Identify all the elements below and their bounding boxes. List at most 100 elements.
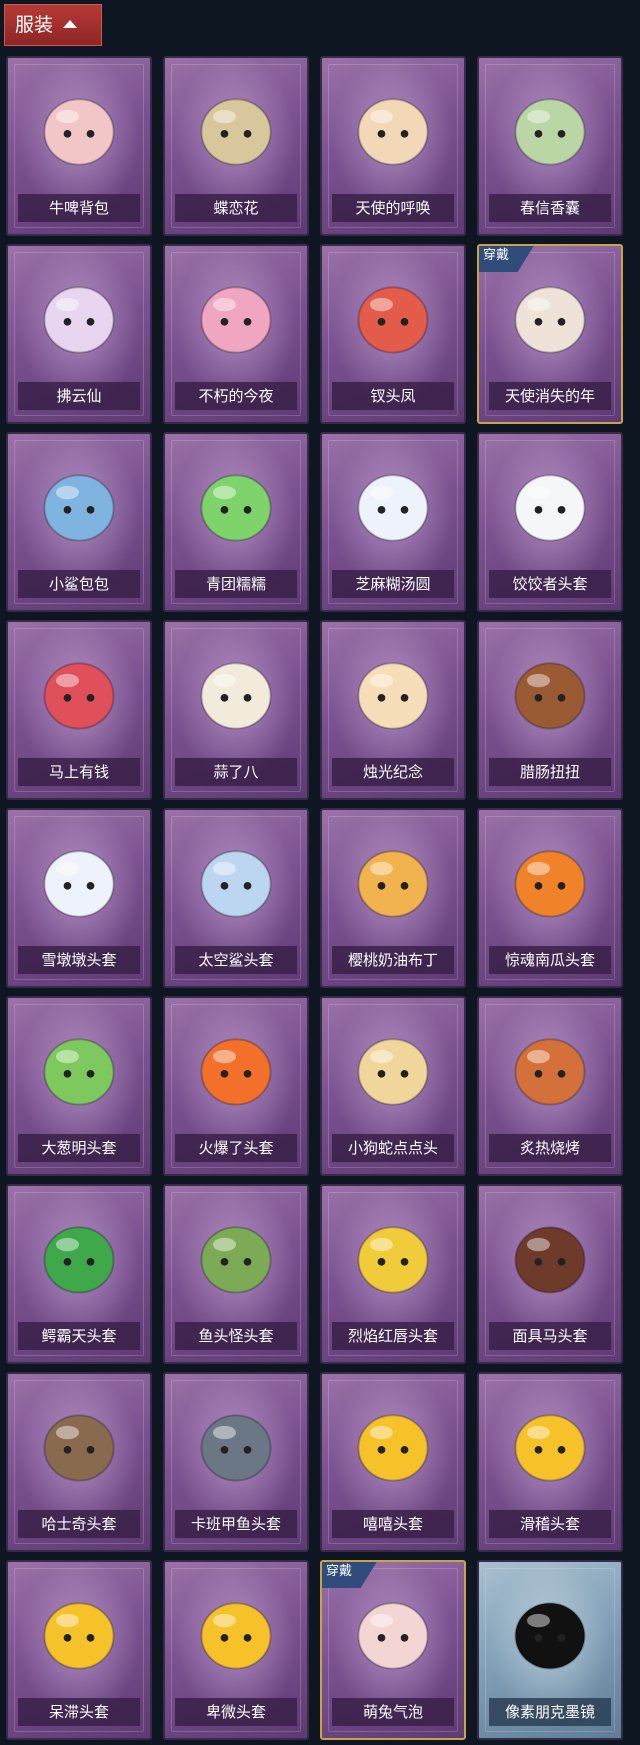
costume-name: 小狗蛇点点头 (332, 1134, 454, 1162)
veiled-angel-doll-icon (514, 286, 586, 354)
grinning-emoji-head-icon (357, 1414, 429, 1482)
costume-category-toggle[interactable]: 服装 (4, 4, 102, 46)
snowman-reindeer-head-icon (43, 850, 115, 918)
costume-name: 腊肠扭扭 (489, 758, 611, 786)
worn-badge: 穿戴 (322, 1562, 378, 1588)
costume-card[interactable]: 滑稽头套 (477, 1372, 623, 1552)
bbq-meat-head-icon (514, 1038, 586, 1106)
dark-fish-head-icon (200, 1414, 272, 1482)
costume-name: 牛啤背包 (18, 194, 140, 222)
costume-card[interactable]: 樱桃奶油布丁 (320, 808, 466, 988)
costume-name: 呆滞头套 (18, 1698, 140, 1726)
costume-name: 鳄霸天头套 (18, 1322, 140, 1350)
costume-name: 面具马头套 (489, 1322, 611, 1350)
costume-card[interactable]: 大葱明头套 (6, 996, 152, 1176)
butterfly-bell-wreath-icon (200, 98, 272, 166)
costume-name: 太空鲨头套 (175, 946, 297, 974)
costume-name: 春信香囊 (489, 194, 611, 222)
costume-name: 哈士奇头套 (18, 1510, 140, 1538)
costume-card[interactable]: 饺饺者头套 (477, 432, 623, 612)
costume-card[interactable]: 蒜了八 (163, 620, 309, 800)
phoenix-crown-doll-icon (357, 286, 429, 354)
costume-name: 不朽的今夜 (175, 382, 297, 410)
costume-card[interactable]: 天使的呼唤 (320, 56, 466, 236)
chevron-up-icon (63, 19, 78, 28)
costume-name: 拂云仙 (18, 382, 140, 410)
worn-badge: 穿戴 (479, 246, 535, 272)
costume-name: 鱼头怪头套 (175, 1322, 297, 1350)
costume-card[interactable]: 穿戴天使消失的年 (477, 244, 623, 424)
costume-card[interactable]: 拂云仙 (6, 244, 152, 424)
crocodile-head-icon (43, 1226, 115, 1294)
costume-name: 饺饺者头套 (489, 570, 611, 598)
costume-name: 烈焰红唇头套 (332, 1322, 454, 1350)
costume-card[interactable]: 穿戴萌兔气泡 (320, 1560, 466, 1740)
costume-name: 蒜了八 (175, 758, 297, 786)
timid-emoji-head-icon (200, 1602, 272, 1670)
costume-name: 大葱明头套 (18, 1134, 140, 1162)
costume-card[interactable]: 小鲨包包 (6, 432, 152, 612)
costume-card[interactable]: 炙热烧烤 (477, 996, 623, 1176)
costume-card[interactable]: 牛啤背包 (6, 56, 152, 236)
costume-card[interactable]: 烈焰红唇头套 (320, 1184, 466, 1364)
cow-beer-barrel-backpack-icon (43, 98, 115, 166)
smirk-emoji-head-icon (514, 1414, 586, 1482)
blue-shark-bag-icon (43, 474, 115, 542)
costume-card[interactable]: 马上有钱 (6, 620, 152, 800)
costume-name: 惊魂南瓜头套 (489, 946, 611, 974)
costume-card[interactable]: 呆滞头套 (6, 1560, 152, 1740)
costume-name: 天使消失的年 (489, 382, 611, 410)
costume-card[interactable]: 鳄霸天头套 (6, 1184, 152, 1364)
costume-card[interactable]: 嘻嘻头套 (320, 1372, 466, 1552)
costume-name: 卑微头套 (175, 1698, 297, 1726)
costume-name: 天使的呼唤 (332, 194, 454, 222)
category-label: 服装 (15, 14, 54, 36)
yellow-hood-sunglasses-head-icon (357, 1226, 429, 1294)
costume-card[interactable]: 火爆了头套 (163, 996, 309, 1176)
costume-card[interactable]: 太空鲨头套 (163, 808, 309, 988)
costume-name: 钗头凤 (332, 382, 454, 410)
costume-card[interactable]: 卡班甲鱼头套 (163, 1372, 309, 1552)
costume-card[interactable]: 雪墩墩头套 (6, 808, 152, 988)
fire-head-icon (200, 1038, 272, 1106)
green-sachet-icon (514, 98, 586, 166)
pixel-sunglasses-icon (514, 1602, 586, 1670)
costume-card[interactable]: 面具马头套 (477, 1184, 623, 1364)
costume-card[interactable]: 芝麻糊汤圆 (320, 432, 466, 612)
red-horse-head-icon (43, 662, 115, 730)
garlic-head-icon (200, 662, 272, 730)
dazed-emoji-head-icon (43, 1602, 115, 1670)
space-shark-head-icon (200, 850, 272, 918)
costume-name: 雪墩墩头套 (18, 946, 140, 974)
costume-name: 芝麻糊汤圆 (332, 570, 454, 598)
costume-card[interactable]: 春信香囊 (477, 56, 623, 236)
pudding-head-icon (357, 850, 429, 918)
angel-doll-icon (357, 98, 429, 166)
costume-card[interactable]: 哈士奇头套 (6, 1372, 152, 1552)
costume-card[interactable]: 蝶恋花 (163, 56, 309, 236)
costume-card[interactable]: 青团糯糯 (163, 432, 309, 612)
costume-card[interactable]: 惊魂南瓜头套 (477, 808, 623, 988)
green-rice-ball-icon (200, 474, 272, 542)
pumpkin-head-icon (514, 850, 586, 918)
costume-name: 嘻嘻头套 (332, 1510, 454, 1538)
costume-card[interactable]: 像素朋克墨镜 (477, 1560, 623, 1740)
horse-mask-head-icon (514, 1226, 586, 1294)
costume-name: 萌兔气泡 (332, 1698, 454, 1726)
dog-snake-head-icon (357, 1038, 429, 1106)
costume-card[interactable]: 小狗蛇点点头 (320, 996, 466, 1176)
costume-card[interactable]: 不朽的今夜 (163, 244, 309, 424)
costume-name: 烛光纪念 (332, 758, 454, 786)
bunny-bubble-head-icon (357, 1602, 429, 1670)
costume-card[interactable]: 烛光纪念 (320, 620, 466, 800)
costume-name: 卡班甲鱼头套 (175, 1510, 297, 1538)
scallion-head-icon (43, 1038, 115, 1106)
dachshund-head-icon (514, 662, 586, 730)
costume-card[interactable]: 卑微头套 (163, 1560, 309, 1740)
costume-card[interactable]: 钗头凤 (320, 244, 466, 424)
cloud-dumpling-head-icon (514, 474, 586, 542)
costume-card[interactable]: 鱼头怪头套 (163, 1184, 309, 1364)
costume-card[interactable]: 腊肠扭扭 (477, 620, 623, 800)
costume-name: 滑稽头套 (489, 1510, 611, 1538)
costume-name: 火爆了头套 (175, 1134, 297, 1162)
